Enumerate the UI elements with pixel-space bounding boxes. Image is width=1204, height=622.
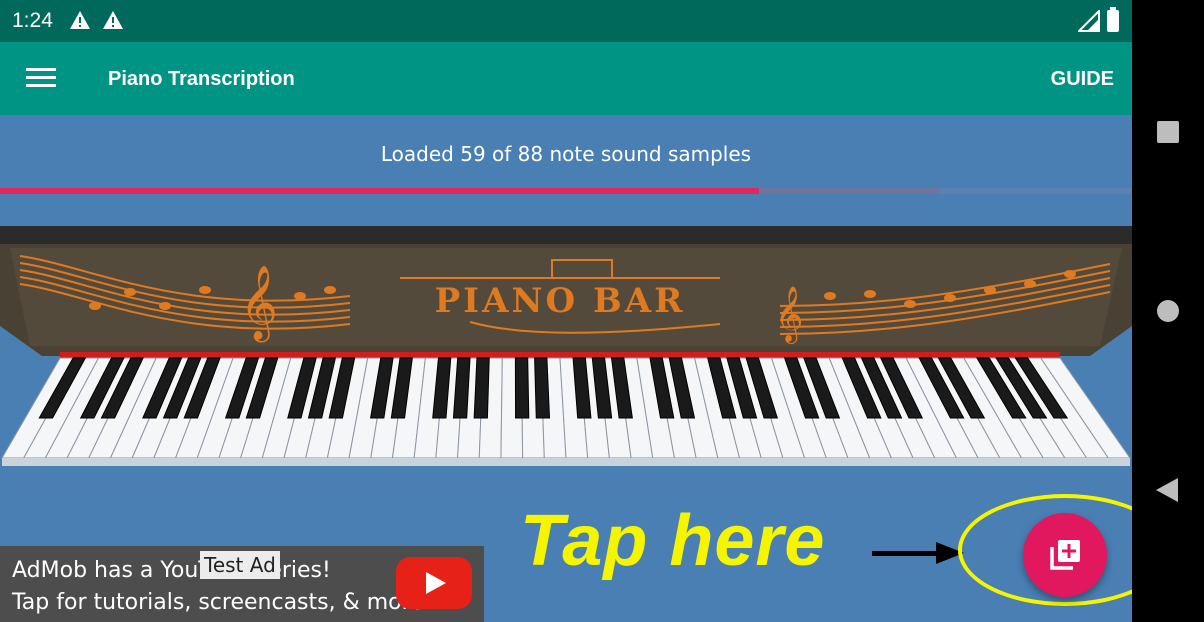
add-to-library-icon: [1050, 540, 1080, 570]
signal-icon: [1076, 8, 1100, 32]
treble-clef: 𝄞: [240, 266, 278, 343]
add-recording-fab[interactable]: [1023, 513, 1107, 597]
loading-status: Loaded 59 of 88 note sound samples: [380, 142, 752, 166]
black-key[interactable]: [534, 357, 551, 419]
test-ad-badge: Test Ad: [200, 551, 280, 579]
back-button[interactable]: [1156, 478, 1178, 502]
warning-icon: [69, 10, 91, 30]
app-bar: Piano Transcription GUIDE: [0, 42, 1132, 115]
arrow-right-icon: [872, 542, 964, 564]
recents-button[interactable]: [1157, 121, 1179, 143]
tap-here-annotation: Tap here: [520, 501, 826, 581]
key-front-edge: [2, 458, 1130, 466]
ad-banner[interactable]: AdMob has a YouTube series! Tap for tuto…: [0, 546, 484, 622]
warning-icon: [102, 10, 124, 30]
youtube-play-icon[interactable]: [396, 557, 472, 609]
android-nav-bar: [1132, 0, 1204, 622]
guide-button[interactable]: GUIDE: [1051, 68, 1114, 91]
treble-clef: 𝄞: [775, 286, 803, 344]
piano-rail: [0, 226, 1132, 244]
menu-button[interactable]: [22, 62, 60, 94]
app-title: Piano Transcription: [108, 68, 295, 90]
progress-fill: [0, 188, 759, 194]
black-key[interactable]: [473, 357, 490, 419]
app-screen: 1:24 Piano Transcription GUIDE Loaded 59…: [0, 0, 1132, 622]
piano-keyboard[interactable]: 𝄞 𝄞 PIANO BAR: [0, 226, 1132, 474]
piano-felt: [60, 352, 1060, 358]
home-button[interactable]: [1157, 300, 1179, 322]
piano-brand-text: PIANO BAR: [435, 281, 686, 321]
loading-progress-bar: [0, 188, 1132, 194]
status-bar: 1:24: [0, 0, 1132, 42]
status-time: 1:24: [12, 9, 53, 32]
ad-headline: AdMob has a YouTube series!: [12, 558, 331, 583]
battery-icon: [1107, 7, 1119, 32]
black-key[interactable]: [514, 357, 530, 419]
ad-description: Tap for tutorials, screencasts, & more.: [12, 590, 431, 615]
